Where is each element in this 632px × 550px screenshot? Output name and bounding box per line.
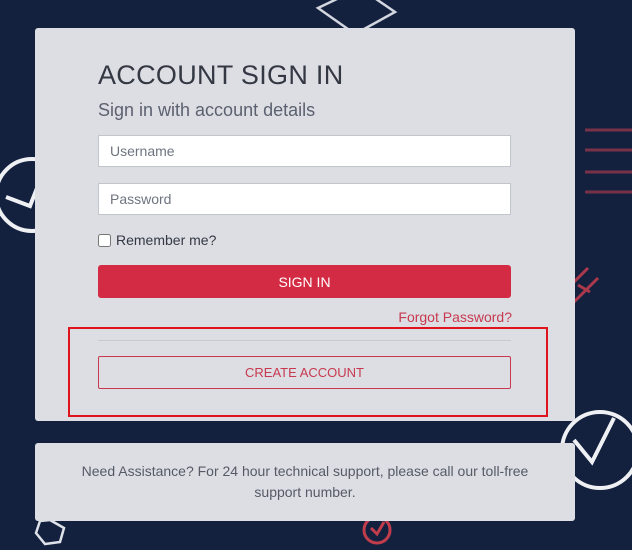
sign-in-button[interactable]: SIGN IN [98,265,511,298]
hexagon-icon [34,518,66,546]
remember-me[interactable]: Remember me? [98,232,216,248]
divider [98,340,511,341]
create-account-button[interactable]: CREATE ACCOUNT [98,356,511,389]
assistance-panel: Need Assistance? For 24 hour technical s… [35,443,575,521]
password-input[interactable] [98,183,511,215]
page-title: ACCOUNT SIGN IN [98,60,344,90]
remember-me-checkbox[interactable] [98,233,111,247]
forgot-password-link[interactable]: Forgot Password? [398,309,512,325]
remember-me-label: Remember me? [116,232,217,248]
sign-in-card: ACCOUNT SIGN IN Sign in with account det… [35,28,575,421]
page-subtitle: Sign in with account details [98,100,316,120]
assistance-text: Need Assistance? For 24 hour technical s… [81,463,529,500]
username-input[interactable] [98,135,511,167]
